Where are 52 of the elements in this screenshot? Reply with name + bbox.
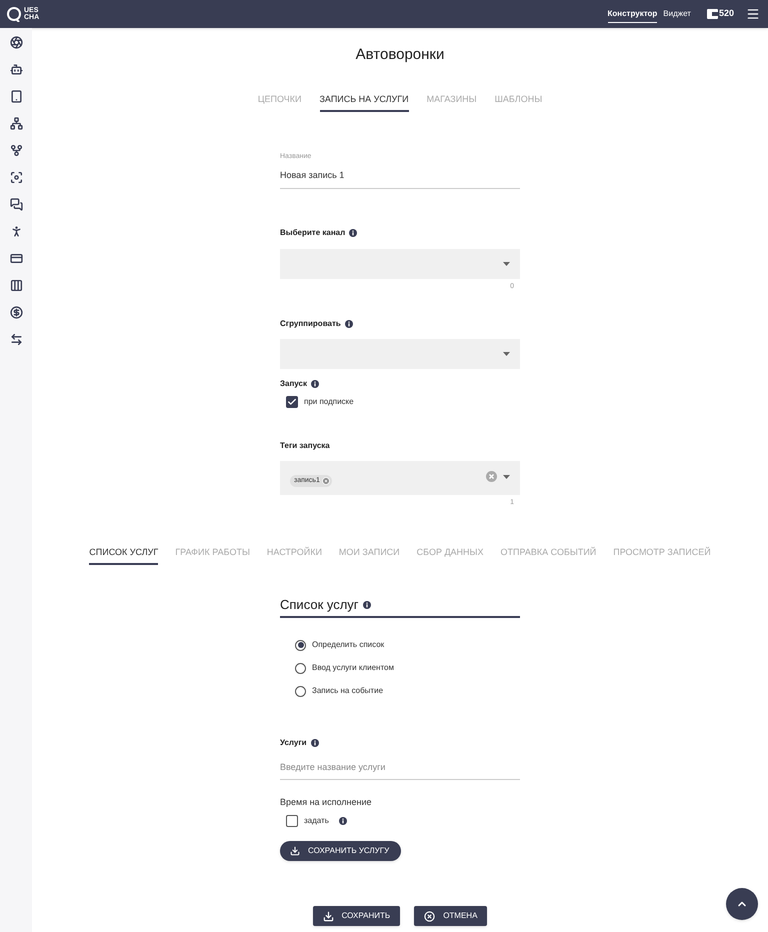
checkbox[interactable]: [286, 396, 298, 408]
download-icon: [322, 910, 334, 922]
caret-icon: [503, 474, 510, 478]
field-label: Сгруппировать: [280, 318, 341, 330]
save-service-button[interactable]: СОХРАНИТЬ УСЛУГУ: [280, 841, 402, 861]
logo-ring-icon: [6, 6, 22, 22]
save-button[interactable]: СОХРАНИТЬ: [312, 906, 400, 926]
menu-button[interactable]: [746, 7, 760, 21]
columns-icon[interactable]: [8, 277, 24, 293]
info-icon: [311, 380, 319, 388]
info-icon: [349, 229, 358, 237]
scroll-top-button[interactable]: [726, 888, 758, 920]
field-value: Новая запись 1: [280, 170, 344, 180]
name-field[interactable]: Новая запись 1: [280, 162, 520, 189]
remove-icon[interactable]: [322, 477, 330, 485]
info-icon: [338, 817, 347, 825]
radio-button[interactable]: [295, 662, 306, 674]
dollar-icon[interactable]: [8, 304, 24, 320]
checkbox[interactable]: [286, 815, 298, 827]
info-icon: [310, 739, 319, 747]
tab[interactable]: СПИСОК УСЛУГ: [89, 543, 158, 565]
download-icon: [290, 846, 300, 856]
radio-label: Определить список: [312, 639, 384, 651]
page-title: Автоворонки: [356, 45, 444, 65]
info-icon: [362, 601, 371, 609]
field-label: Теги запуска: [280, 441, 331, 451]
hierarchy-icon[interactable]: [8, 115, 24, 131]
caret-icon: [503, 352, 510, 356]
time-label: Время на исполнение: [280, 796, 372, 809]
tab[interactable]: ЗАПИСЬ НА УСЛУГИ: [320, 90, 409, 112]
checkbox-label: при подписке: [304, 396, 354, 408]
branch-icon[interactable]: [8, 142, 24, 158]
close-icon: [424, 910, 436, 922]
field-label: Запуск: [280, 378, 307, 390]
field-label: Услуги: [280, 737, 307, 749]
caret-icon: [503, 262, 510, 266]
field-label: Выберите канал: [280, 227, 346, 239]
balance: 520: [718, 7, 734, 20]
radio-button[interactable]: [295, 686, 306, 696]
radio-label: Запись на событие: [312, 685, 384, 697]
cancel-button[interactable]: ОТМЕНА: [414, 906, 488, 926]
checkbox-label: задать: [304, 815, 329, 827]
wallet-icon: [706, 9, 718, 19]
chat-icon[interactable]: [8, 196, 24, 212]
heading-text: Список услуг: [280, 597, 359, 613]
radio-label: Ввод услуги клиентом: [312, 662, 394, 674]
nav-link[interactable]: Виджет: [663, 6, 691, 22]
service-input[interactable]: Введите название услуги: [280, 754, 520, 780]
radio-button[interactable]: [295, 640, 306, 650]
info-icon: [344, 320, 353, 328]
nav-link[interactable]: Конструктор: [608, 6, 658, 22]
scan-icon[interactable]: [8, 169, 24, 185]
